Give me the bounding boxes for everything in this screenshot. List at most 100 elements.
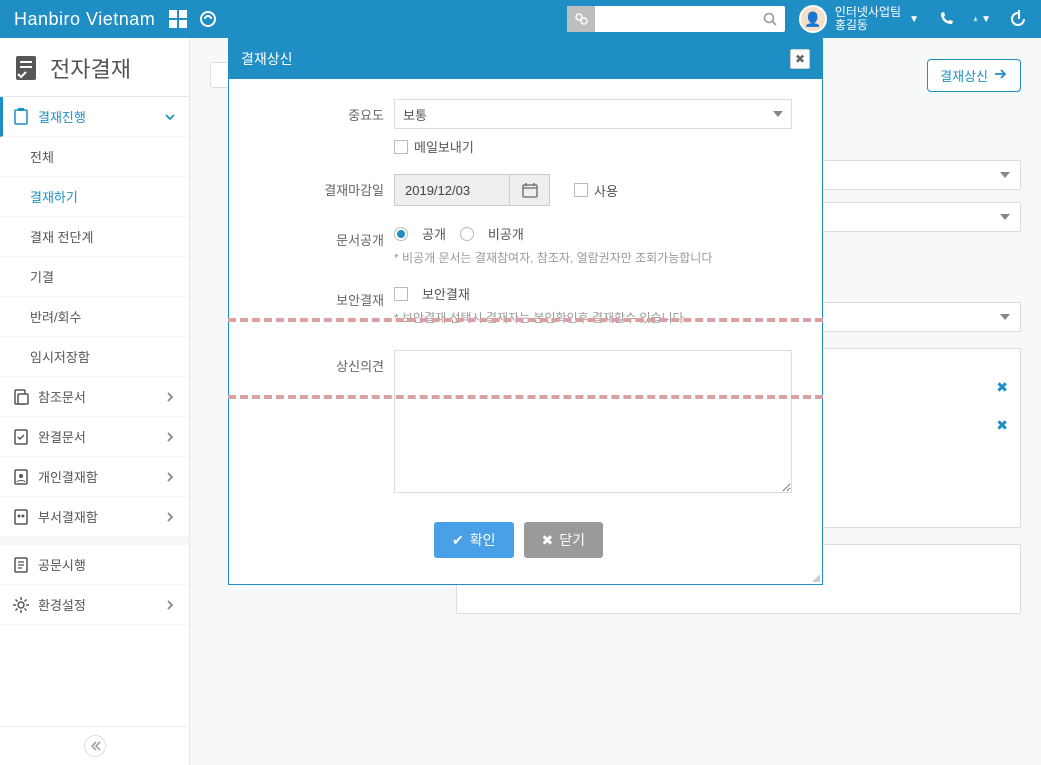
sidebar-sub-all[interactable]: 전체 — [0, 137, 189, 177]
nav-label: 개인결재함 — [38, 467, 98, 486]
confirm-button[interactable]: ✔ 확인 — [434, 522, 514, 558]
importance-select[interactable]: 보통 — [394, 99, 792, 129]
chevron-right-icon — [163, 510, 177, 524]
button-label: 확인 — [470, 530, 496, 550]
close-icon: ✖ — [542, 532, 554, 549]
button-label: 결재상신 — [940, 66, 988, 85]
user-name: 홍길동 — [835, 19, 901, 32]
sidebar-sub-pre-approval[interactable]: 결재 전단계 — [0, 217, 189, 257]
modal-footer: ✔ 확인 ✖ 닫기 — [229, 516, 808, 574]
secure-approval-label: 보안결재 — [422, 284, 470, 303]
deadline-date-input: 2019/12/03 — [394, 174, 550, 206]
arrow-right-icon — [994, 68, 1008, 83]
row-opinion: 상신의견 — [229, 350, 808, 498]
user-block[interactable]: 👤 인터넷사업팀 홍길동 ▼ — [799, 5, 919, 33]
sidebar-sub-approved[interactable]: 기결 — [0, 257, 189, 297]
close-icon[interactable]: ✖ — [790, 49, 810, 69]
disclosure-public-radio[interactable] — [394, 227, 408, 241]
row-importance: 중요도 보통 메일보내기 — [229, 99, 808, 156]
download-icon[interactable]: ▼ — [973, 10, 991, 28]
deadline-date-value[interactable]: 2019/12/03 — [394, 174, 510, 206]
sidebar-item-personal-box[interactable]: 개인결재함 — [0, 457, 189, 497]
send-mail-checkbox[interactable] — [394, 140, 408, 154]
send-mail-label: 메일보내기 — [414, 137, 474, 156]
submit-approval-button[interactable]: 결재상신 — [927, 59, 1021, 92]
modal-header: 결재상신 ✖ — [229, 39, 822, 79]
user-info: 인터넷사업팀 홍길동 — [835, 6, 901, 32]
sidebar-collapse — [0, 726, 189, 765]
chevron-down-icon — [1000, 172, 1010, 178]
nav-label: 공문시행 — [38, 555, 86, 574]
use-deadline-checkbox[interactable] — [574, 183, 588, 197]
remove-item-icon[interactable]: ✖ — [996, 417, 1008, 434]
check-icon: ✔ — [452, 532, 464, 549]
use-deadline-label: 사용 — [594, 181, 618, 200]
chevron-down-icon — [1000, 314, 1010, 320]
sidebar-item-reference-docs[interactable]: 참조문서 — [0, 377, 189, 417]
doc-done-icon — [12, 428, 30, 446]
sidebar-item-completed-docs[interactable]: 완결문서 — [0, 417, 189, 457]
gear-icon — [12, 596, 30, 614]
nav-label: 완결문서 — [38, 427, 86, 446]
row-secure: 보안결재 보안결재 * 보안결재 선택시 결재자는 본인확인후 결재할수 있습니… — [229, 284, 808, 326]
search-scope-icon[interactable] — [567, 6, 595, 32]
brand-title: Hanbiro Vietnam — [14, 9, 155, 30]
disclosure-private-label: 비공개 — [488, 224, 524, 243]
sidebar-item-dept-box[interactable]: 부서결재함 — [0, 497, 189, 537]
nav-label: 참조문서 — [38, 387, 86, 406]
label-importance: 중요도 — [229, 99, 384, 124]
doc-link-icon — [12, 388, 30, 406]
label-deadline: 결재마감일 — [229, 174, 384, 199]
opinion-textarea[interactable] — [394, 350, 792, 493]
label-opinion: 상신의견 — [229, 350, 384, 375]
app-switcher-icons — [169, 10, 217, 28]
secure-helper: * 보안결재 선택시 결재자는 본인확인후 결재할수 있습니다 — [394, 309, 808, 326]
chevron-right-icon — [163, 598, 177, 612]
global-search — [567, 6, 785, 32]
nav-label: 부서결재함 — [38, 507, 98, 526]
sidebar-sub-do-approval[interactable]: 결재하기 — [0, 177, 189, 217]
disclosure-private-radio[interactable] — [460, 227, 474, 241]
chevron-down-icon: ▼ — [981, 14, 991, 25]
close-button[interactable]: ✖ 닫기 — [524, 522, 604, 558]
label-disclosure: 문서공개 — [229, 224, 384, 249]
top-header: Hanbiro Vietnam 👤 인터넷사업팀 홍길동 ▼ ▼ — [0, 0, 1041, 38]
page-title-text: 전자결재 — [50, 52, 131, 84]
modal-body: 중요도 보통 메일보내기 결재마감일 2019/12/03 — [229, 79, 822, 584]
sidebar: 전자결재 결재진행 전체 결재하기 결재 전단계 기결 반려/회수 임시저장함 — [0, 38, 190, 765]
sidebar-sub-rejected[interactable]: 반려/회수 — [0, 297, 189, 337]
calendar-icon[interactable] — [510, 174, 550, 206]
button-label: 닫기 — [559, 530, 585, 550]
sidebar-item-approval-progress[interactable]: 결재진행 — [0, 97, 189, 137]
search-icon[interactable] — [755, 6, 785, 32]
dept-doc-icon — [12, 508, 30, 526]
row-deadline: 결재마감일 2019/12/03 사용 — [229, 174, 808, 206]
sidebar-item-dispatch[interactable]: 공문시행 — [0, 545, 189, 585]
cloud-sync-icon[interactable] — [199, 10, 217, 28]
remove-item-icon[interactable]: ✖ — [996, 379, 1008, 396]
disclosure-public-label: 공개 — [422, 224, 446, 243]
resize-handle-icon[interactable] — [806, 568, 820, 582]
nav-label: 결재진행 — [38, 107, 86, 126]
apps-grid-icon[interactable] — [169, 10, 187, 28]
nav-label: 환경설정 — [38, 595, 86, 614]
row-disclosure: 문서공개 공개 비공개 * 비공개 문서는 결재참여자, 참조자, 열람권자만 … — [229, 224, 808, 266]
secure-approval-checkbox[interactable] — [394, 287, 408, 301]
select-value: 보통 — [403, 105, 427, 124]
chevron-down-icon — [1000, 214, 1010, 220]
search-input[interactable] — [595, 6, 755, 32]
collapse-button[interactable] — [84, 735, 106, 757]
header-actions: ▼ — [937, 10, 1027, 28]
sidebar-item-settings[interactable]: 환경설정 — [0, 585, 189, 625]
sidebar-sub-draft[interactable]: 임시저장함 — [0, 337, 189, 377]
logout-icon[interactable] — [1009, 10, 1027, 28]
chevron-down-icon — [773, 111, 783, 117]
modal-title: 결재상신 — [241, 49, 293, 69]
chevron-down-icon — [163, 110, 177, 124]
approval-submit-modal: 결재상신 ✖ 중요도 보통 메일보내기 결재마감일 2019/12 — [228, 38, 823, 585]
chevron-down-icon: ▼ — [909, 14, 919, 25]
phone-icon[interactable] — [937, 10, 955, 28]
disclosure-helper: * 비공개 문서는 결재참여자, 참조자, 열람권자만 조회가능합니다 — [394, 249, 808, 266]
user-doc-icon — [12, 468, 30, 486]
official-doc-icon — [12, 556, 30, 574]
